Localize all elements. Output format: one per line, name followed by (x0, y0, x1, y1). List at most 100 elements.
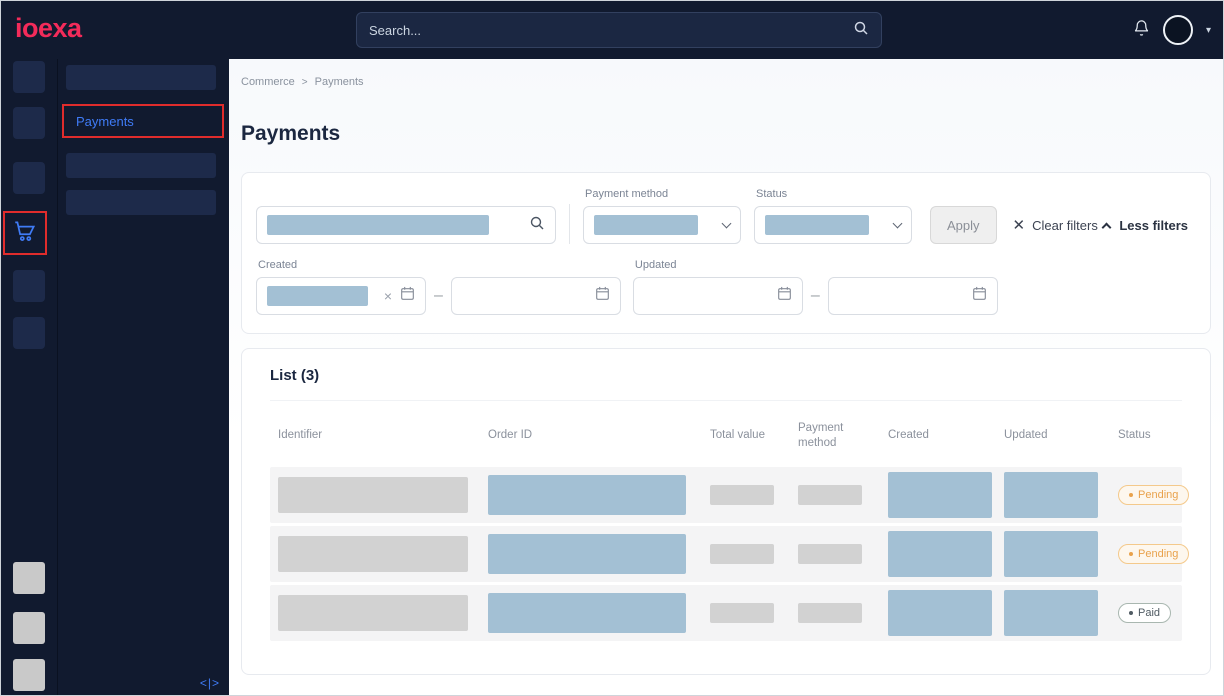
redacted-value (1004, 590, 1098, 636)
sidebar-icon-placeholder[interactable] (13, 61, 45, 93)
created-to-input[interactable] (451, 277, 621, 315)
filters-row-2: Created × – (256, 259, 1196, 315)
status-dot-icon (1129, 493, 1133, 497)
clear-filters-button[interactable]: ✕ Clear filters (1013, 206, 1098, 244)
payment-method-filter: Payment method (583, 188, 741, 244)
filter-search-input[interactable] (256, 206, 556, 244)
column-header-updated: Updated (996, 428, 1110, 443)
app-window: ioexa ▾ (0, 0, 1224, 696)
sidebar-icon-placeholder[interactable] (13, 317, 45, 349)
search-icon (853, 20, 869, 41)
calendar-icon[interactable] (400, 286, 415, 306)
breadcrumb-section[interactable]: Commerce (241, 76, 295, 88)
clear-value-icon[interactable]: × (384, 289, 392, 303)
page-title: Payments (241, 122, 1223, 146)
calendar-icon[interactable] (972, 286, 987, 306)
menu-item-placeholder[interactable] (66, 190, 216, 215)
redacted-value (798, 485, 862, 505)
column-header-total-value: Total value (702, 428, 790, 443)
updated-from-input[interactable] (633, 277, 803, 315)
topbar-actions: ▾ (1133, 1, 1211, 59)
status-label: Pending (1138, 548, 1178, 560)
status-badge: Pending (1118, 485, 1189, 505)
annotation-box-cart (3, 211, 47, 255)
status-dot-icon (1129, 552, 1133, 556)
status-badge: Paid (1118, 603, 1171, 623)
less-filters-button[interactable]: Less filters (1103, 206, 1188, 244)
chevron-down-icon[interactable]: ▾ (1206, 25, 1211, 36)
redacted-value (765, 215, 869, 235)
clear-filters-label: Clear filters (1032, 218, 1098, 233)
avatar[interactable] (1163, 15, 1193, 45)
redacted-value (594, 215, 698, 235)
payments-list-card: List (3) Identifier Order ID Total value… (241, 348, 1211, 675)
sidebar-icon-placeholder[interactable] (13, 659, 45, 691)
global-search[interactable] (356, 12, 882, 48)
created-from-input[interactable]: × (256, 277, 426, 315)
calendar-icon[interactable] (595, 286, 610, 306)
updated-label: Updated (635, 259, 998, 271)
payment-method-label: Payment method (585, 188, 741, 200)
cart-icon[interactable] (12, 218, 38, 249)
redacted-value (278, 595, 468, 631)
breadcrumb-current: Payments (315, 76, 364, 88)
range-separator: – (434, 287, 443, 305)
menu-item-placeholder[interactable] (66, 65, 216, 90)
redacted-value (488, 475, 686, 515)
redacted-value (888, 472, 992, 518)
status-label: Paid (1138, 607, 1160, 619)
redacted-value (1004, 531, 1098, 577)
close-icon: ✕ (1013, 216, 1026, 234)
column-header-identifier: Identifier (270, 428, 480, 443)
divider (569, 204, 570, 244)
less-filters-label: Less filters (1119, 218, 1188, 233)
redacted-value (267, 215, 489, 235)
menu-panel: Payments <|> (57, 59, 229, 695)
status-dot-icon (1129, 611, 1133, 615)
app-logo[interactable]: ioexa (15, 13, 82, 44)
table-header: Identifier Order ID Total value Payment … (270, 401, 1182, 467)
redacted-value (488, 534, 686, 574)
redacted-value (888, 590, 992, 636)
global-search-input[interactable] (369, 23, 853, 38)
sidebar-icon-placeholder[interactable] (13, 270, 45, 302)
status-filter: Status (754, 188, 912, 244)
redacted-value (267, 286, 368, 306)
chevron-down-icon (893, 219, 903, 229)
calendar-icon[interactable] (777, 286, 792, 306)
chevron-up-icon (1102, 222, 1112, 232)
sidebar-icon-placeholder[interactable] (13, 612, 45, 644)
redacted-value (798, 603, 862, 623)
redacted-value (488, 593, 686, 633)
spacer (747, 204, 748, 244)
payment-method-select[interactable] (583, 206, 741, 244)
status-label: Pending (1138, 489, 1178, 501)
redacted-value (710, 485, 774, 505)
annotation-box-payments: Payments (62, 104, 224, 138)
chevron-down-icon (722, 219, 732, 229)
table-row[interactable]: Pending (270, 467, 1182, 523)
bell-icon[interactable] (1133, 19, 1150, 42)
icon-sidebar (1, 59, 57, 695)
updated-date-filter: Updated – (633, 259, 998, 315)
breadcrumb-separator: > (302, 77, 308, 88)
redacted-value (278, 477, 468, 513)
menu-item-payments[interactable]: Payments (76, 114, 134, 129)
sidebar-icon-placeholder[interactable] (13, 107, 45, 139)
search-icon (529, 215, 545, 236)
status-label: Status (756, 188, 912, 200)
apply-button[interactable]: Apply (930, 206, 997, 244)
filters-row-1: Payment method Status Apply ✕ (256, 188, 1196, 244)
column-header-created: Created (880, 428, 996, 443)
created-date-filter: Created × – (256, 259, 621, 315)
table-row[interactable]: Paid (270, 585, 1182, 641)
breadcrumb: Commerce > Payments (241, 76, 1223, 88)
sidebar-icon-placeholder[interactable] (13, 162, 45, 194)
redacted-value (888, 531, 992, 577)
table-row[interactable]: Pending (270, 526, 1182, 582)
updated-to-input[interactable] (828, 277, 998, 315)
menu-item-placeholder[interactable] (66, 153, 216, 178)
collapse-panel-icon[interactable]: <|> (200, 676, 220, 690)
status-select[interactable] (754, 206, 912, 244)
sidebar-icon-placeholder[interactable] (13, 562, 45, 594)
